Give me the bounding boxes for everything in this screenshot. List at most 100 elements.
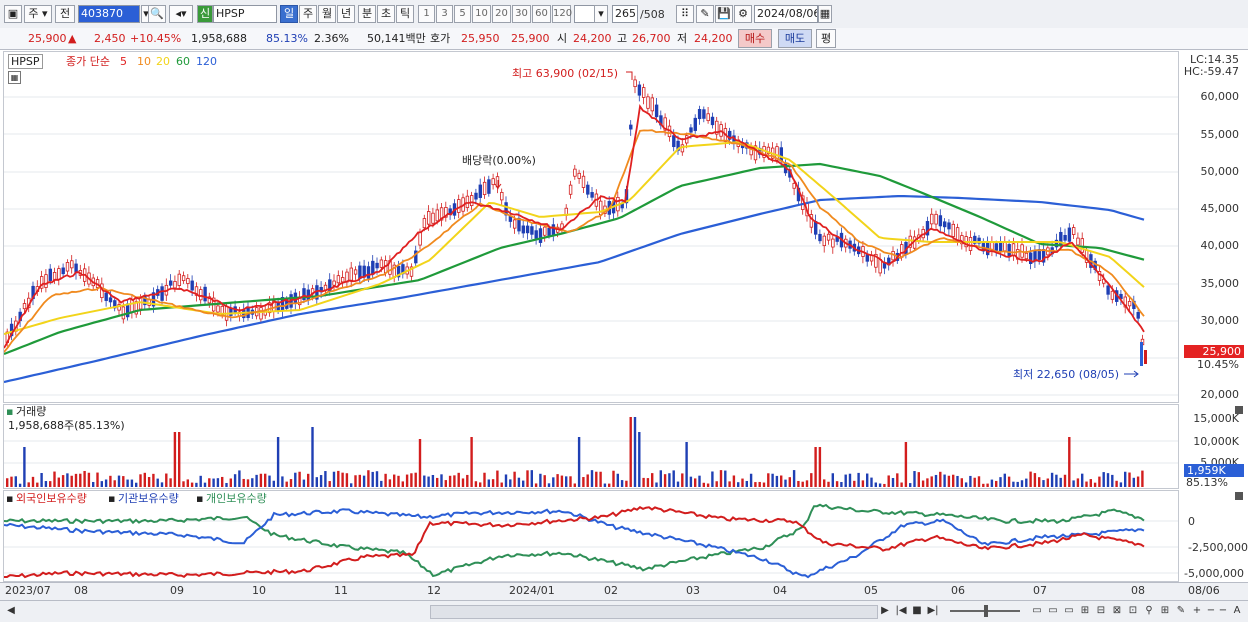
interval-60[interactable]: 60: [532, 5, 551, 23]
chart-tool-icon[interactable]: ⊞: [1158, 604, 1172, 618]
bar-count-input[interactable]: 265: [612, 5, 638, 23]
interval-3[interactable]: 3: [436, 5, 453, 23]
volume-bar: [491, 479, 495, 487]
zoom-handle[interactable]: [984, 605, 988, 617]
scroll-thumb[interactable]: [430, 605, 878, 619]
window-icon[interactable]: ▭: [1062, 604, 1076, 618]
volume-bar: [444, 480, 447, 487]
minus-icon[interactable]: −: [1216, 604, 1230, 618]
volume-bar: [57, 477, 60, 487]
period-second[interactable]: 초: [377, 5, 395, 23]
calendar-icon[interactable]: ▦: [818, 5, 832, 23]
period-week[interactable]: 주: [299, 5, 317, 23]
volume-bar: [668, 473, 671, 487]
draw-tool-icon[interactable]: ✎: [696, 5, 714, 23]
chart-tool-icon[interactable]: ⊡: [1126, 604, 1140, 618]
interval-10[interactable]: 10: [472, 5, 491, 23]
period-day[interactable]: 일: [280, 5, 298, 23]
candle-body: [121, 306, 126, 320]
volume-bar: [775, 475, 779, 487]
volume-bar: [926, 478, 929, 487]
candle-body: [108, 297, 113, 303]
text-tool-icon[interactable]: A: [1230, 604, 1244, 618]
candle-body: [930, 213, 934, 225]
volume-bar: [242, 478, 245, 487]
candle-body: [672, 135, 676, 148]
y-tick-20000: 20,000: [1200, 388, 1240, 401]
close-panel-icon[interactable]: [1235, 406, 1243, 414]
volume-bar: [552, 477, 555, 487]
eval-button[interactable]: 평: [816, 29, 836, 48]
candle-body: [693, 117, 697, 131]
volume-bar: [659, 470, 662, 487]
volume-bar: [87, 472, 91, 487]
volume-bar: [956, 475, 959, 487]
volume-bar: [663, 474, 667, 487]
interval-1[interactable]: 1: [418, 5, 435, 23]
jump-start-icon[interactable]: |◀: [894, 604, 908, 618]
jump-end-icon[interactable]: ▶|: [926, 604, 940, 618]
volume-bar: [31, 476, 35, 487]
save-icon[interactable]: 💾: [715, 5, 733, 23]
prev-button[interactable]: 전: [55, 5, 75, 23]
close-panel-icon[interactable]: [1235, 492, 1243, 500]
search-icon[interactable]: 🔍: [148, 5, 166, 23]
code-input[interactable]: 403870: [78, 5, 140, 23]
candle-body: [371, 260, 375, 275]
candle-body: [48, 268, 52, 281]
search-icon[interactable]: ⚲: [1142, 604, 1156, 618]
volume-bar: [1068, 437, 1071, 487]
volume-bar: [61, 475, 65, 487]
volume-bar: [715, 481, 718, 487]
volume-bar: [672, 470, 675, 487]
grid-icon[interactable]: ⠿: [676, 5, 694, 23]
scroll-right-icon[interactable]: ▶: [878, 604, 892, 618]
candle-body: [633, 79, 637, 88]
stop-icon[interactable]: ■: [910, 604, 924, 618]
sell-button[interactable]: 매도: [778, 29, 812, 48]
chart-tool-icon[interactable]: ⊞: [1078, 604, 1092, 618]
interval-30[interactable]: 30: [512, 5, 531, 23]
candle-body: [177, 273, 181, 286]
volume-bar: [818, 447, 822, 487]
candle-body: [943, 221, 947, 228]
volume-bar: [1063, 474, 1067, 487]
pen-icon[interactable]: ✎: [1174, 604, 1188, 618]
volume-bar: [117, 475, 121, 487]
period-tick[interactable]: 틱: [396, 5, 414, 23]
candle-body: [457, 199, 461, 213]
volume-bar: [831, 473, 834, 487]
candle-body: [1144, 350, 1147, 364]
volume-bar: [319, 475, 323, 487]
window-icon[interactable]: ▭: [1046, 604, 1060, 618]
interval-20[interactable]: 20: [492, 5, 511, 23]
plus-icon[interactable]: +: [1190, 604, 1204, 618]
interval-5[interactable]: 5: [454, 5, 471, 23]
buy-button[interactable]: 매수: [738, 29, 772, 48]
gear-icon[interactable]: ⚙: [734, 5, 752, 23]
chart-tool-icon[interactable]: ⊠: [1110, 604, 1124, 618]
period-month[interactable]: 월: [318, 5, 336, 23]
volume-bar: [1124, 471, 1127, 487]
volume-bar: [388, 479, 392, 487]
chart-tool-icon[interactable]: ⊟: [1094, 604, 1108, 618]
interval-dropdown-icon[interactable]: ▾: [594, 5, 608, 23]
period-year[interactable]: 년: [337, 5, 355, 23]
market-select[interactable]: 주 ▾: [24, 5, 52, 23]
layout-icon[interactable]: ▣: [4, 5, 22, 23]
candle-body: [375, 262, 379, 269]
volume-bar: [79, 473, 82, 487]
candle-body: [586, 184, 590, 195]
volume-bar: [517, 477, 521, 487]
vol-last-pct: 85.13%: [1186, 476, 1228, 489]
candle-body: [1024, 252, 1029, 260]
scroll-bar[interactable]: ◀ ▶ |◀ ■ ▶| ▭ ▭ ▭ ⊞ ⊟ ⊠ ⊡ ⚲ ⊞ ✎ + − − A: [0, 600, 1248, 622]
period-minute[interactable]: 분: [358, 5, 376, 23]
volume-bar: [53, 471, 56, 487]
volume-bar: [1136, 476, 1140, 487]
interval-120[interactable]: 120: [552, 5, 572, 23]
scroll-left-icon[interactable]: ◀: [4, 604, 18, 618]
speaker-icon[interactable]: ◂▾: [169, 5, 193, 23]
window-icon[interactable]: ▭: [1030, 604, 1044, 618]
date-input[interactable]: 2024/08/06: [754, 5, 818, 23]
